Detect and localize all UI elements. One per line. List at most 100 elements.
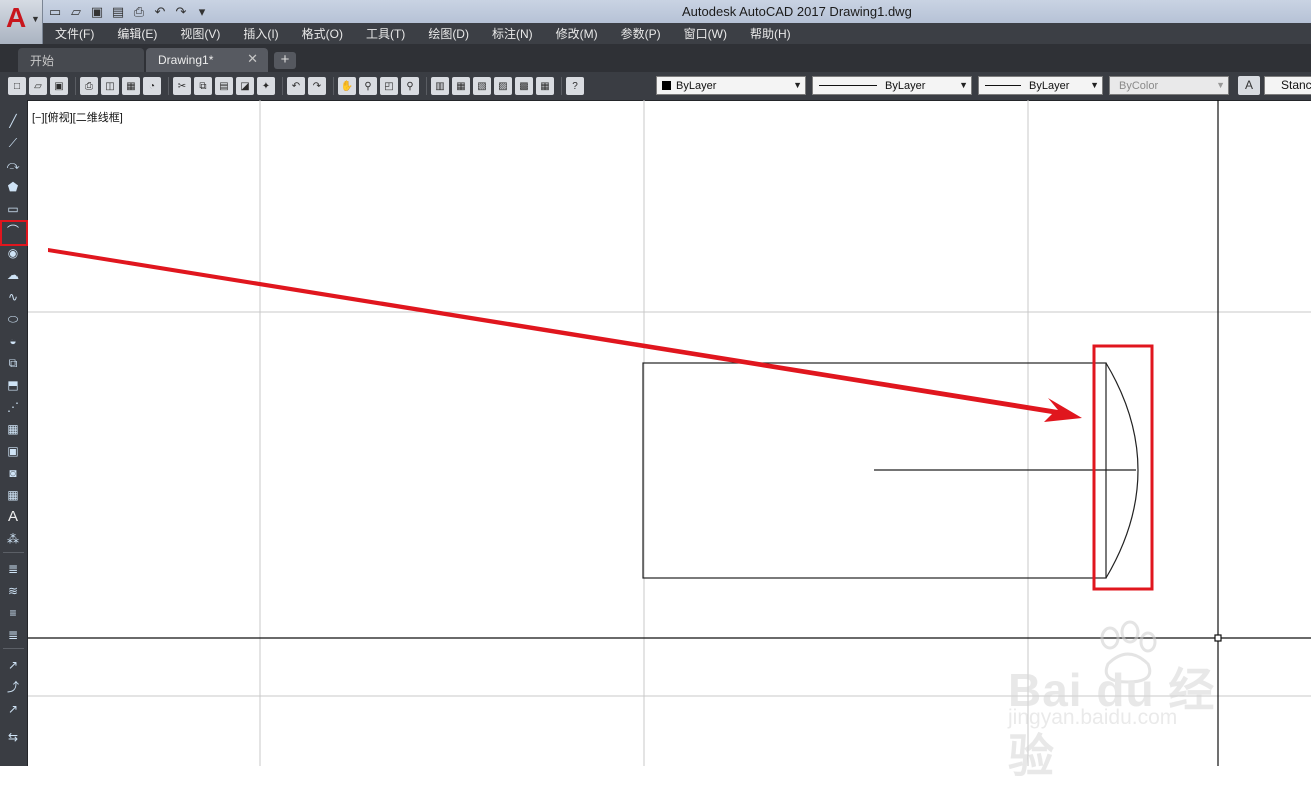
- polyline-edit-icon[interactable]: ↗: [5, 658, 21, 672]
- plot-icon[interactable]: ⎙: [130, 3, 148, 21]
- arc-highlight-box: [1092, 344, 1154, 591]
- design-center-icon[interactable]: ▦: [452, 77, 470, 95]
- menu-format[interactable]: 格式(O): [302, 25, 343, 42]
- color-swatch-icon: [662, 81, 671, 90]
- new-icon[interactable]: ▭: [46, 3, 64, 21]
- ellipse-icon[interactable]: ⬭: [5, 312, 21, 326]
- open-icon[interactable]: ▱: [29, 77, 47, 95]
- pan-icon[interactable]: ✋: [338, 77, 356, 95]
- color-value: ByLayer: [676, 79, 717, 92]
- baidu-watermark: Bai du 经验 jingyan.baidu.com: [1008, 620, 1248, 782]
- zoom-window-icon[interactable]: ◰: [380, 77, 398, 95]
- menu-modify[interactable]: 修改(M): [556, 25, 598, 42]
- layer-previous-icon[interactable]: ≋: [5, 584, 21, 598]
- region-icon[interactable]: ◙: [5, 466, 21, 480]
- menu-window[interactable]: 窗口(W): [684, 25, 727, 42]
- save-icon[interactable]: ▣: [88, 3, 106, 21]
- undo-icon[interactable]: ↶: [151, 3, 169, 21]
- paste-icon[interactable]: ▤: [215, 77, 233, 95]
- gradient-icon[interactable]: ▣: [5, 444, 21, 458]
- spline-edit-icon[interactable]: ⤴: [5, 680, 21, 694]
- layer-icon[interactable]: ≣: [5, 562, 21, 576]
- tool-palettes-icon[interactable]: ▧: [473, 77, 491, 95]
- tab-start-label: 开始: [30, 53, 55, 68]
- save-icon[interactable]: ▣: [50, 77, 68, 95]
- customize-icon[interactable]: ▾: [193, 3, 211, 21]
- menu-draw[interactable]: 绘图(D): [428, 25, 469, 42]
- rectangle-icon[interactable]: ▭: [5, 202, 21, 216]
- saveas-icon[interactable]: ▤: [109, 3, 127, 21]
- viewport-controls[interactable]: [−][俯视][二维线框]: [32, 109, 123, 125]
- color-dropdown[interactable]: ByLayer ▼: [656, 76, 806, 95]
- polyline-icon[interactable]: ⤼: [5, 158, 21, 172]
- plot-icon[interactable]: ⎙: [80, 77, 98, 95]
- layer-state-icon[interactable]: ≡: [5, 606, 21, 620]
- table-icon[interactable]: ▦: [5, 488, 21, 502]
- match-properties-icon[interactable]: ◪: [236, 77, 254, 95]
- application-menu-button[interactable]: A ▼: [0, 0, 43, 44]
- lineweight-dropdown[interactable]: ByLayer ▼: [978, 76, 1103, 95]
- revision-cloud-icon[interactable]: ☁: [5, 268, 21, 282]
- point-icon[interactable]: ⋰: [5, 400, 21, 414]
- hatch-icon[interactable]: ▦: [5, 422, 21, 436]
- calculator-icon[interactable]: ▦: [536, 77, 554, 95]
- toolbar-separator: [561, 77, 562, 95]
- redo-icon[interactable]: ↷: [308, 77, 326, 95]
- help-icon[interactable]: ?: [566, 77, 584, 95]
- insert-block-icon[interactable]: ⧉: [5, 356, 21, 370]
- close-icon[interactable]: ✕: [247, 51, 258, 67]
- modify-icon[interactable]: ⇆: [5, 730, 21, 744]
- red-arrow: [48, 248, 1082, 422]
- open-icon[interactable]: ▱: [67, 3, 85, 21]
- new-tab-button[interactable]: +: [274, 52, 296, 69]
- menu-help[interactable]: 帮助(H): [750, 25, 791, 42]
- circle-icon[interactable]: ◉: [5, 246, 21, 260]
- markup-icon[interactable]: ▩: [515, 77, 533, 95]
- block-editor-icon[interactable]: ✦: [257, 77, 275, 95]
- menu-edit[interactable]: 编辑(E): [117, 25, 157, 42]
- 3d-print-icon[interactable]: ◔: [143, 77, 161, 95]
- chevron-down-icon: ▼: [1090, 80, 1099, 90]
- chevron-down-icon: ▼: [959, 80, 968, 90]
- undo-icon[interactable]: ↶: [287, 77, 305, 95]
- toolbar-separator: [3, 552, 24, 553]
- spline-icon[interactable]: ∿: [5, 290, 21, 304]
- toolbar-separator: [426, 77, 427, 95]
- linetype-dropdown[interactable]: ByLayer ▼: [812, 76, 972, 95]
- attribute-edit-icon[interactable]: ↗: [5, 702, 21, 716]
- multiline-text-icon[interactable]: A: [5, 509, 21, 524]
- cut-icon[interactable]: ✂: [173, 77, 191, 95]
- properties-icon[interactable]: ▥: [431, 77, 449, 95]
- menu-parametric[interactable]: 参数(P): [621, 25, 661, 42]
- copy-icon[interactable]: ⧉: [194, 77, 212, 95]
- qnew-icon[interactable]: □: [8, 77, 26, 95]
- redo-icon[interactable]: ↷: [172, 3, 190, 21]
- menu-tools[interactable]: 工具(T): [366, 25, 405, 42]
- text-style-icon[interactable]: A: [1238, 76, 1260, 95]
- plotstyle-dropdown: ByColor ▼: [1109, 76, 1229, 95]
- toolbar-separator: [168, 77, 169, 95]
- ellipse-arc-icon[interactable]: ◒: [5, 334, 21, 348]
- file-tab-bar: 开始 Drawing1* ✕ +: [0, 44, 1311, 72]
- sheet-set-icon[interactable]: ▨: [494, 77, 512, 95]
- linetype-sample-icon: [819, 85, 877, 86]
- zoom-previous-icon[interactable]: ⚲: [401, 77, 419, 95]
- tab-drawing1[interactable]: Drawing1* ✕: [146, 48, 268, 72]
- menu-file[interactable]: 文件(F): [55, 25, 94, 42]
- publish-icon[interactable]: ▦: [122, 77, 140, 95]
- menu-view[interactable]: 视图(V): [180, 25, 220, 42]
- construction-line-icon[interactable]: ⟋: [5, 136, 21, 150]
- menu-dimension[interactable]: 标注(N): [492, 25, 533, 42]
- text-style-dropdown[interactable]: Stanc: [1264, 76, 1311, 95]
- toolbar-separator: [282, 77, 283, 95]
- line-icon[interactable]: ╱: [5, 114, 21, 128]
- layer-isolate-icon[interactable]: ≣: [5, 628, 21, 642]
- make-block-icon[interactable]: ⬒: [5, 378, 21, 392]
- add-selected-icon[interactable]: ⁂: [5, 532, 21, 546]
- plot-preview-icon[interactable]: ◫: [101, 77, 119, 95]
- linetype-value: ByLayer: [885, 79, 926, 92]
- menu-insert[interactable]: 插入(I): [243, 25, 278, 42]
- polygon-icon[interactable]: ⬟: [5, 180, 21, 194]
- zoom-realtime-icon[interactable]: ⚲: [359, 77, 377, 95]
- tab-start[interactable]: 开始: [18, 48, 144, 72]
